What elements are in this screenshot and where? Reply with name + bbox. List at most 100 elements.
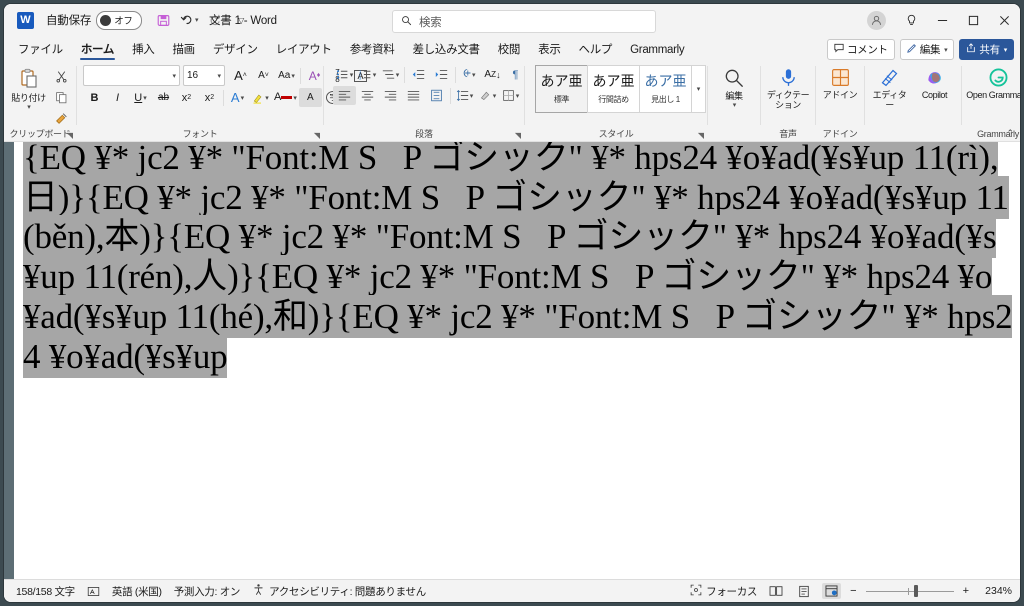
numbered-list-icon[interactable]: 1 2 3 ▾ [356, 65, 379, 84]
asian-layout-icon[interactable]: ⨭ ▾ [458, 65, 481, 84]
tab-file[interactable]: ファイル [9, 39, 72, 61]
copilot-button[interactable]: Copilot [912, 65, 957, 100]
comments-button[interactable]: コメント [826, 39, 895, 60]
document-canvas[interactable]: {EQ ¥* jc2 ¥* "Font:M S P ゴシック" ¥* hps24… [4, 142, 1020, 579]
editing-button[interactable]: 編集 ▾ [712, 65, 756, 109]
tab-grammarly[interactable]: Grammarly [621, 39, 693, 61]
text-prediction-indicator[interactable]: 予測入力: オン [174, 584, 241, 599]
accessibility-indicator[interactable]: アクセシビリティ: 問題ありません [252, 583, 426, 599]
search-input[interactable]: 検索 [392, 10, 656, 33]
tab-mailings[interactable]: 差し込み文書 [404, 39, 489, 61]
editing-mode-button[interactable]: 編集 ▾ [899, 39, 955, 60]
format-painter-button[interactable] [51, 108, 72, 128]
decrease-indent-icon[interactable] [407, 65, 430, 84]
open-grammarly-button[interactable]: Open Grammarly [966, 65, 1020, 100]
shading-icon[interactable]: ▾ [476, 86, 499, 105]
align-left-icon[interactable] [333, 86, 356, 105]
tab-help[interactable]: ヘルプ [570, 39, 622, 61]
font-size-chevron-down-icon[interactable]: ▾ [217, 72, 221, 80]
font-dialog-launcher-icon[interactable]: ◥ [314, 131, 320, 140]
italic-icon[interactable]: I [106, 88, 129, 107]
style-item-heading1[interactable]: あア亜 見出し 1 [639, 65, 692, 113]
borders-icon[interactable]: ▾ [499, 86, 522, 105]
save-icon[interactable] [151, 8, 175, 32]
proofing-errors-icon[interactable] [87, 585, 100, 598]
justify-icon[interactable] [402, 86, 425, 105]
minimize-icon[interactable] [927, 4, 958, 36]
zoom-level[interactable]: 234% [978, 585, 1012, 597]
autosave-toggle[interactable]: オフ [96, 10, 143, 30]
account-avatar-icon[interactable] [867, 10, 886, 30]
web-layout-icon[interactable] [822, 583, 842, 599]
font-name-chevron-down-icon[interactable]: ▾ [172, 72, 176, 80]
chevron-up-icon[interactable]: ⌃ [1006, 128, 1014, 139]
undo-caret-icon[interactable]: ▾ [195, 16, 199, 24]
align-right-icon[interactable] [379, 86, 402, 105]
styles-more-chevron-down-icon[interactable]: ▾ [691, 65, 706, 113]
zoom-slider-thumb[interactable] [913, 585, 918, 597]
share-chevron-down-icon[interactable]: ▾ [1004, 46, 1008, 54]
selected-text[interactable]: {EQ ¥* jc2 ¥* "Font:M S P ゴシック" ¥* hps24… [23, 142, 1013, 378]
tab-layout[interactable]: レイアウト [267, 39, 341, 61]
zoom-slider[interactable] [865, 584, 954, 598]
font-name-input[interactable]: ▾ [83, 65, 180, 86]
character-shading-icon[interactable]: A [298, 88, 322, 107]
underline-icon[interactable]: U ▾ [129, 88, 152, 107]
line-spacing-icon[interactable]: ▾ [453, 86, 476, 105]
document-body-text[interactable]: {EQ ¥* jc2 ¥* "Font:M S P ゴシック" ¥* hps24… [23, 142, 1020, 378]
lightbulb-icon[interactable] [896, 4, 927, 36]
bullet-list-icon[interactable]: ▾ [333, 65, 356, 84]
increase-indent-icon[interactable] [430, 65, 453, 84]
undo-icon[interactable]: ▾ [177, 8, 201, 32]
grow-font-icon[interactable]: A ˄ [229, 66, 252, 85]
tab-view[interactable]: 表示 [529, 39, 569, 61]
paragraph-dialog-launcher-icon[interactable]: ◥ [515, 131, 521, 140]
share-button[interactable]: 共有 ▾ [959, 39, 1014, 60]
text-effects-icon[interactable]: A ▾ [226, 88, 249, 107]
distribute-icon[interactable] [425, 86, 448, 105]
sort-icon[interactable]: AZ ↓ [481, 65, 504, 84]
phonetic-guide-icon[interactable]: A ♦ [303, 66, 326, 85]
change-case-icon[interactable]: Aa ▾ [275, 66, 298, 85]
tab-draw[interactable]: 描画 [163, 39, 203, 61]
tab-design[interactable]: デザイン [204, 39, 267, 61]
show-paragraph-marks-icon[interactable]: ¶ [504, 65, 527, 84]
print-layout-icon[interactable] [794, 583, 813, 599]
paste-chevron-down-icon[interactable]: ▾ [27, 103, 31, 111]
focus-button[interactable]: フォーカス [690, 584, 757, 599]
addins-button[interactable]: アドイン [820, 65, 860, 100]
tab-insert[interactable]: 挿入 [123, 39, 163, 61]
style-item-normal[interactable]: あア亜 標準 [535, 65, 588, 113]
language-indicator[interactable]: 英語 (米国) [112, 584, 162, 599]
copy-button[interactable] [51, 87, 72, 107]
cut-button[interactable] [51, 66, 72, 86]
multilevel-list-icon[interactable]: ▾ [379, 65, 402, 84]
tab-references[interactable]: 参考資料 [341, 39, 404, 61]
superscript-icon[interactable]: x2 [198, 88, 221, 107]
style-item-no-spacing[interactable]: あア亜 行間詰め [587, 65, 640, 113]
shrink-font-icon[interactable]: A ˅ [252, 66, 275, 85]
word-count[interactable]: 158/158 文字 [16, 584, 75, 599]
font-size-input[interactable]: 16 ▾ [183, 65, 225, 86]
document-page[interactable]: {EQ ¥* jc2 ¥* "Font:M S P ゴシック" ¥* hps24… [14, 142, 1020, 579]
align-center-icon[interactable] [356, 86, 379, 105]
highlight-color-icon[interactable]: ▾ [249, 88, 272, 107]
styles-dialog-launcher-icon[interactable]: ◥ [698, 131, 704, 140]
editing-chevron-down-icon[interactable]: ▾ [733, 101, 737, 109]
tab-review[interactable]: 校閲 [489, 39, 529, 61]
font-color-icon[interactable]: A ▾ [272, 88, 299, 107]
paste-button[interactable]: 貼り付け ▾ [8, 65, 49, 111]
zoom-in-icon[interactable]: + [963, 585, 969, 597]
zoom-out-icon[interactable]: − [850, 585, 856, 597]
bold-icon[interactable]: B [83, 88, 106, 107]
maximize-icon[interactable] [958, 4, 989, 36]
chevron-down-icon[interactable]: ▾ [944, 46, 948, 54]
dictate-button[interactable]: ディクテーション [765, 65, 811, 110]
tab-home[interactable]: ホーム [72, 39, 123, 61]
read-mode-icon[interactable] [766, 583, 785, 599]
close-icon[interactable] [989, 4, 1020, 36]
clipboard-dialog-launcher-icon[interactable]: ◥ [67, 131, 73, 140]
strikethrough-icon[interactable]: ab [152, 88, 175, 107]
editor-button[interactable]: エディター [869, 65, 910, 110]
subscript-icon[interactable]: x2 [175, 88, 198, 107]
